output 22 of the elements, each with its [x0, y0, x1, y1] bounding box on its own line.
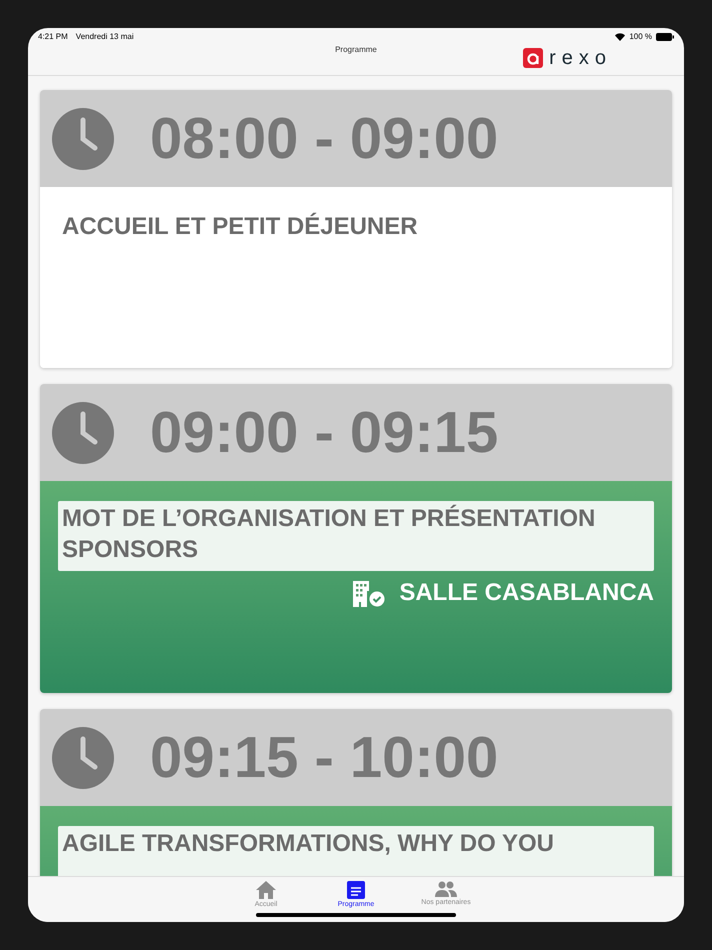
status-date: Vendredi 13 mai	[76, 31, 134, 43]
session-title: AGILE TRANSFORMATIONS, WHY DO YOU	[58, 826, 654, 876]
screen-title: Programme	[335, 44, 377, 56]
status-time: 4:21 PM	[38, 31, 68, 43]
clock-icon	[52, 108, 114, 170]
people-icon	[435, 881, 457, 897]
logo-icon	[523, 48, 544, 68]
session-time: 09:00 - 09:15	[150, 404, 498, 462]
session-title: ACCUEIL ET PETIT DÉJEUNER	[62, 212, 419, 242]
logo-text: rexo	[549, 48, 612, 68]
home-icon	[256, 881, 276, 899]
wifi-icon	[615, 33, 626, 41]
session-time: 08:00 - 09:00	[150, 110, 498, 168]
building-check-icon	[351, 579, 386, 607]
session-title: MOT DE L’ORGANISATION ET PRÉSENTATION SPONSORS	[58, 501, 654, 571]
session-time: 09:15 - 10:00	[150, 728, 498, 786]
clock-icon	[52, 402, 114, 464]
room-label: SALLE CASABLANCA	[399, 578, 654, 608]
battery-icon	[656, 33, 674, 41]
calendar-icon	[347, 881, 365, 899]
clock-icon	[52, 726, 114, 788]
battery-percent: 100 %	[629, 31, 652, 43]
